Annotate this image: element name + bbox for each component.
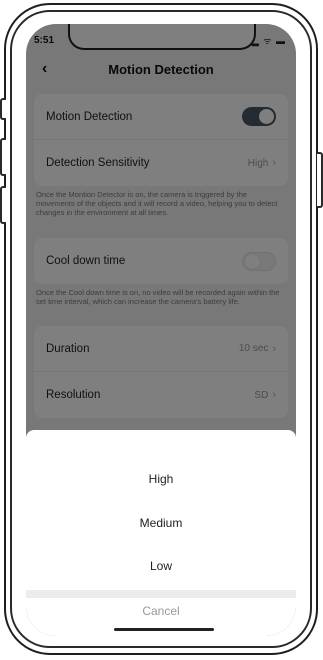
side-button-volume-up [0, 138, 6, 176]
side-button-power [317, 152, 323, 208]
sheet-divider [26, 590, 296, 598]
cancel-button[interactable]: Cancel [26, 604, 296, 618]
option-low[interactable]: Low [26, 559, 296, 573]
side-button-volume-down [0, 186, 6, 224]
home-indicator[interactable] [114, 628, 214, 631]
sensitivity-action-sheet: High Medium Low Cancel [26, 430, 296, 636]
option-high[interactable]: High [26, 472, 296, 486]
screen: 5:51 ▂ ᯤ ▬ ‹ Motion Detection Motion Det… [26, 24, 296, 636]
side-button-mute [0, 98, 6, 120]
option-medium[interactable]: Medium [26, 516, 296, 530]
